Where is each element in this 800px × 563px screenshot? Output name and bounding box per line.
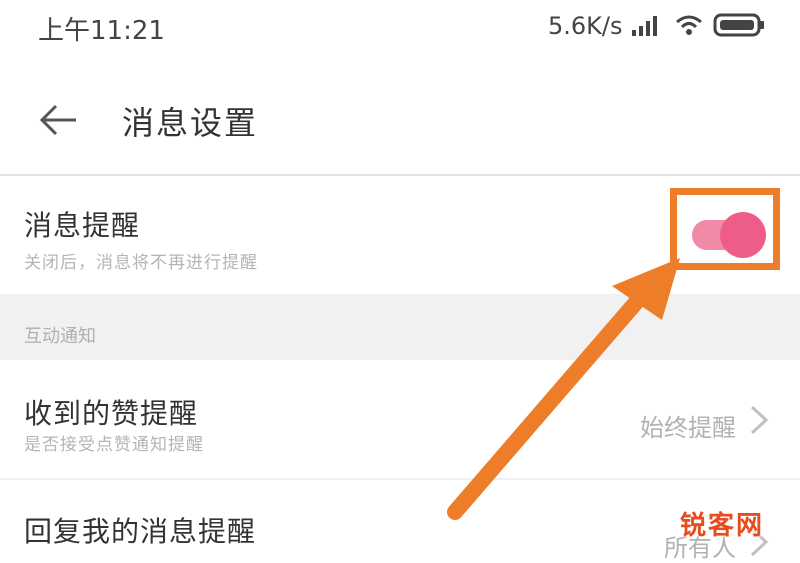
highlight-box (670, 188, 780, 270)
like-reminder-title: 收到的赞提醒 (24, 397, 199, 430)
status-bar: 上午11:21 5.6K/s (0, 0, 800, 60)
network-speed: 5.6K/s (548, 12, 623, 40)
watermark-text: 锐客网 (680, 511, 765, 541)
like-reminder-value: 始终提醒 (640, 414, 736, 442)
reply-reminder-title: 回复我的消息提醒 (24, 515, 257, 548)
message-reminder-subtitle: 关闭后，消息将不再进行提醒 (24, 253, 258, 273)
battery-icon (713, 13, 764, 37)
status-time: 上午11:21 (38, 16, 165, 46)
page-title: 消息设置 (122, 104, 259, 142)
like-reminder-subtitle: 是否接受点赞通知提醒 (24, 435, 204, 455)
app-header: 消息设置 (0, 70, 800, 170)
message-reminder-title: 消息提醒 (24, 209, 141, 242)
chevron-right-icon (750, 405, 769, 435)
section-header: 互动通知 (0, 294, 800, 360)
like-reminder-row[interactable]: 收到的赞提醒 是否接受点赞通知提醒 始终提醒 (0, 360, 800, 478)
wifi-icon (676, 15, 702, 35)
signal-icon (632, 16, 657, 36)
section-label: 互动通知 (24, 326, 96, 347)
back-arrow-icon[interactable] (36, 98, 80, 142)
